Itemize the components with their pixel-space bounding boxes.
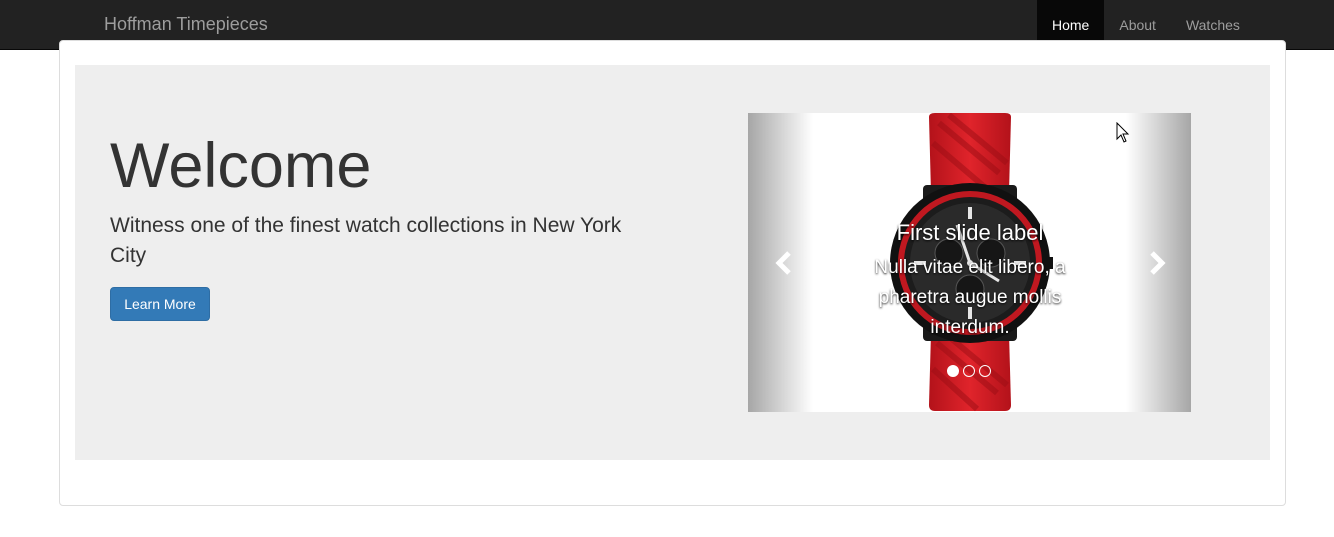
carousel: First slide label Nulla vitae elit liber… (748, 113, 1191, 412)
brand-link[interactable]: Hoffman Timepieces (104, 14, 268, 34)
carousel-indicator-2[interactable] (963, 365, 975, 377)
jumbotron: Welcome Witness one of the finest watch … (75, 65, 1270, 460)
welcome-heading: Welcome (110, 131, 372, 201)
slide-caption-text: Nulla vitae elit libero, a pharetra augu… (874, 257, 1066, 338)
mouse-pointer-icon (1116, 122, 1130, 143)
learn-more-button[interactable]: Learn More (110, 287, 210, 321)
slide-caption: First slide label Nulla vitae elit liber… (848, 219, 1092, 343)
chevron-right-icon[interactable] (1144, 251, 1168, 275)
carousel-indicators (947, 365, 991, 377)
chevron-left-icon[interactable] (773, 251, 797, 275)
slide-caption-title: First slide label (896, 220, 1044, 245)
carousel-indicator-1[interactable] (947, 365, 959, 377)
lead-text: Witness one of the finest watch collecti… (110, 214, 622, 267)
carousel-indicator-3[interactable] (979, 365, 991, 377)
